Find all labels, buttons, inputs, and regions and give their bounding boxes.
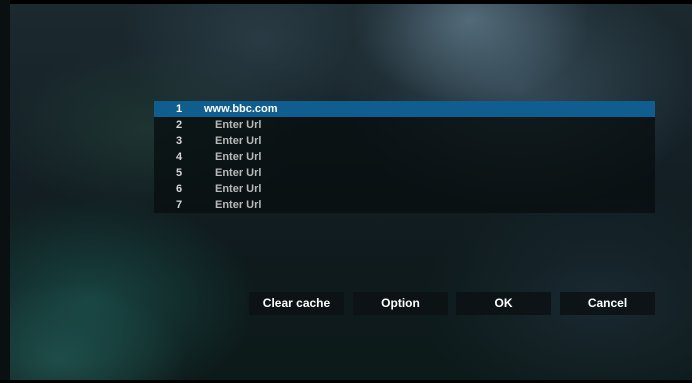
url-list-item-1[interactable]: 1 www.bbc.com <box>154 101 655 117</box>
url-settings-screen: 1 www.bbc.com 2 Enter Url 3 Enter Url 4 … <box>0 0 692 383</box>
url-placeholder: Enter Url <box>215 183 262 195</box>
url-index: 6 <box>175 183 183 195</box>
url-placeholder: Enter Url <box>215 135 262 147</box>
url-list: 1 www.bbc.com 2 Enter Url 3 Enter Url 4 … <box>154 101 655 213</box>
url-list-item-5[interactable]: 5 Enter Url <box>154 165 655 181</box>
ok-button[interactable]: OK <box>456 292 551 315</box>
url-index: 1 <box>175 103 183 115</box>
url-placeholder: Enter Url <box>215 199 262 211</box>
url-placeholder: Enter Url <box>215 119 262 131</box>
url-list-item-6[interactable]: 6 Enter Url <box>154 181 655 197</box>
url-value: www.bbc.com <box>204 103 278 115</box>
option-button[interactable]: Option <box>353 292 448 315</box>
url-index: 4 <box>175 151 183 163</box>
screen-frame-left <box>0 0 10 383</box>
screen-frame-top <box>0 0 692 4</box>
url-list-item-4[interactable]: 4 Enter Url <box>154 149 655 165</box>
cancel-button[interactable]: Cancel <box>560 292 655 315</box>
url-placeholder: Enter Url <box>215 167 262 179</box>
url-list-item-2[interactable]: 2 Enter Url <box>154 117 655 133</box>
url-index: 2 <box>175 119 183 131</box>
url-list-item-3[interactable]: 3 Enter Url <box>154 133 655 149</box>
url-index: 5 <box>175 167 183 179</box>
url-list-item-7[interactable]: 7 Enter Url <box>154 197 655 213</box>
clear-cache-button[interactable]: Clear cache <box>249 292 344 315</box>
url-index: 3 <box>175 135 183 147</box>
url-placeholder: Enter Url <box>215 151 262 163</box>
url-index: 7 <box>175 199 183 211</box>
